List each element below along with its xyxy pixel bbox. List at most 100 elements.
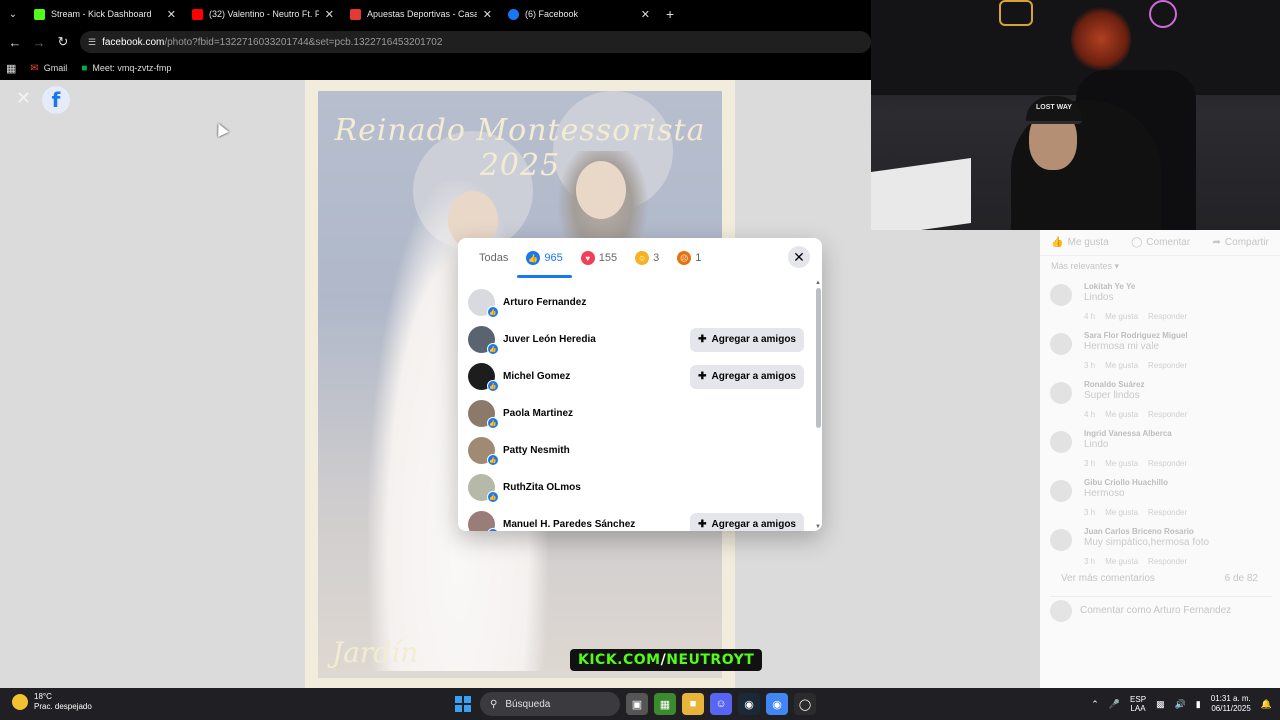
tab-facebook[interactable]: (6) Facebook ✕ [500,0,658,28]
comment-reply-link[interactable]: Responder [1148,508,1187,517]
person-name[interactable]: Juver León Heredia [503,334,690,345]
notification-bell-icon[interactable]: 🔔 [1261,699,1272,710]
volume-icon[interactable]: 🔊 [1175,699,1186,710]
close-icon[interactable]: ✕ [325,8,334,21]
site-info-icon[interactable]: ☰ [88,37,96,48]
comment-reply-link[interactable]: Responder [1148,410,1187,419]
reload-icon[interactable]: ↻ [52,31,74,53]
person-name[interactable]: Michel Gomez [503,371,690,382]
battery-icon[interactable]: ▮ [1196,699,1201,710]
taskbar-search[interactable]: ⚲ Búsqueda [480,692,620,716]
comment-reply-link[interactable]: Responder [1148,312,1187,321]
comment-like-link[interactable]: Me gusta [1105,312,1138,321]
tab-search-icon[interactable]: ⌄ [0,0,26,28]
comment-time[interactable]: 3 h [1084,508,1095,517]
comment-like-link[interactable]: Me gusta [1105,459,1138,468]
commenter-name[interactable]: Ingrid Vanessa Alberca [1084,429,1172,438]
share-button[interactable]: ➦ Compartir [1213,237,1269,248]
language-indicator[interactable]: ESP LAA [1130,695,1146,713]
comment-reply-link[interactable]: Responder [1148,459,1187,468]
file-explorer-icon[interactable]: ■ [682,693,704,715]
add-friend-button[interactable]: ✚ Agregar a amigos [690,512,804,531]
clock[interactable]: 01:31 a. m. 06/11/2025 [1211,694,1251,714]
add-friend-button[interactable]: ✚ Agregar a amigos [690,327,804,352]
forward-arrow-icon[interactable]: → [28,31,50,53]
avatar[interactable]: 👍 [468,437,499,466]
comment-reply-link[interactable]: Responder [1148,557,1187,566]
commenter-name[interactable]: Sara Flor Rodriguez Miguel [1084,331,1188,340]
tab-love[interactable]: ♥ 155 [572,238,626,278]
add-friend-button[interactable]: ✚ Agregar a amigos [690,364,804,389]
tab-all[interactable]: Todas [470,238,517,278]
avatar[interactable] [1050,284,1072,306]
tab-kick[interactable]: Stream - Kick Dashboard ✕ [26,0,184,28]
weather-widget[interactable]: 18°C Prac. despejado [12,692,92,712]
task-view-icon[interactable]: ▣ [626,693,648,715]
tab-youtube[interactable]: (32) Valentino - Neutro Ft. Fran ✕ [184,0,342,28]
avatar[interactable]: 👍 [468,289,499,318]
comment-like-link[interactable]: Me gusta [1105,410,1138,419]
comment-time[interactable]: 4 h [1084,312,1095,321]
chevron-up-icon[interactable]: ⌃ [1091,699,1099,710]
person-name[interactable]: RuthZita OLmos [503,482,804,493]
avatar[interactable] [1050,333,1072,355]
facebook-logo[interactable]: f [42,86,70,114]
person-name[interactable]: Paola Martinez [503,408,804,419]
close-icon[interactable]: ✕ [16,89,32,107]
avatar[interactable] [1050,382,1072,404]
bookmark-meet[interactable]: ■ Meet: vmq-zvtz-fmp [81,63,171,74]
tab-angry[interactable]: ☹ 1 [668,238,710,278]
commenter-name[interactable]: Ronaldo Suárez [1084,380,1144,389]
person-name[interactable]: Arturo Fernandez [503,297,804,308]
discord-icon[interactable]: ☺ [710,693,732,715]
steam-icon[interactable]: ◉ [738,693,760,715]
commenter-name[interactable]: Juan Carlos Briceno Rosario [1084,527,1209,536]
address-bar[interactable]: ☰ facebook.com/photo?fbid=13227160332017… [80,31,871,53]
avatar[interactable]: 👍 [468,326,499,355]
scroll-down-icon[interactable]: ▼ [815,524,821,530]
windows-start-icon[interactable] [452,693,474,715]
comment-time[interactable]: 3 h [1084,361,1095,370]
comment-time[interactable]: 4 h [1084,410,1095,419]
comment-like-link[interactable]: Me gusta [1105,361,1138,370]
like-button[interactable]: 👍 Me gusta [1051,237,1109,248]
comment-time[interactable]: 3 h [1084,459,1095,468]
avatar[interactable] [1050,529,1072,551]
bookmark-gmail[interactable]: ✉ Gmail [30,63,67,74]
tab-like[interactable]: 👍 965 [517,238,573,278]
tab-apuestas[interactable]: Apuestas Deportivas - Casa de ✕ [342,0,500,28]
chrome-icon[interactable]: ◉ [766,693,788,715]
apps-grid-icon[interactable]: ▦ [6,62,16,75]
avatar[interactable]: 👍 [468,511,499,531]
scrollbar-thumb[interactable] [816,288,821,428]
comment-like-link[interactable]: Me gusta [1105,508,1138,517]
close-icon[interactable]: ✕ [788,246,810,268]
tab-care[interactable]: ☺ 3 [626,238,668,278]
avatar[interactable] [1050,431,1072,453]
comment-like-link[interactable]: Me gusta [1105,557,1138,566]
close-icon[interactable]: ✕ [167,8,176,21]
avatar[interactable] [1050,480,1072,502]
comment-button[interactable]: ◯ Comentar [1131,237,1190,248]
commenter-name[interactable]: Lokitah Ye Ye [1084,282,1135,291]
microphone-icon[interactable]: 🎤 [1109,699,1120,710]
comment-reply-link[interactable]: Responder [1148,361,1187,370]
sort-dropdown[interactable]: Más relevantes ▾ [1051,261,1119,272]
comment-time[interactable]: 3 h [1084,557,1095,566]
more-comments-link[interactable]: Ver más comentarios [1061,573,1155,584]
back-arrow-icon[interactable]: ← [4,31,26,53]
scroll-up-icon[interactable]: ▲ [815,280,821,286]
network-icon[interactable]: ▩ [1156,699,1165,710]
minecraft-icon[interactable]: ▦ [654,693,676,715]
comment-input[interactable]: Comentar como Arturo Fernandez [1050,596,1272,624]
close-icon[interactable]: ✕ [483,8,492,21]
commenter-name[interactable]: Gibu Criollo Huachillo [1084,478,1168,487]
new-tab-button[interactable]: + [658,6,682,22]
avatar[interactable]: 👍 [468,400,499,429]
person-name[interactable]: Manuel H. Paredes Sánchez [503,519,690,530]
avatar[interactable]: 👍 [468,474,499,503]
scrollbar[interactable]: ▲ ▼ [815,280,821,530]
close-icon[interactable]: ✕ [641,8,650,21]
obs-icon[interactable]: ◯ [794,693,816,715]
person-name[interactable]: Patty Nesmith [503,445,804,456]
